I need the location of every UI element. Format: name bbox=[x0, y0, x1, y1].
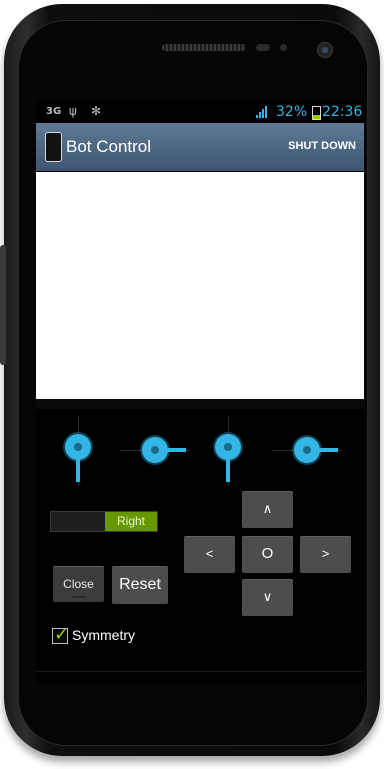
checkmark-icon: ✓ bbox=[54, 624, 70, 645]
signal-strength-icon bbox=[256, 106, 268, 118]
joint-slider-2[interactable] bbox=[120, 416, 190, 486]
phone-app-icon[interactable] bbox=[45, 132, 62, 162]
checkbox-box[interactable]: ✓ bbox=[52, 624, 69, 645]
clock: 22:36 bbox=[322, 104, 363, 120]
app-title: Bot Control bbox=[66, 137, 152, 156]
dpad-right-button[interactable]: > bbox=[300, 536, 351, 573]
slider-knob[interactable] bbox=[142, 437, 168, 463]
joint-slider-4[interactable] bbox=[272, 416, 342, 486]
toggle-right-label: Right bbox=[105, 512, 157, 531]
android-debug-icon: ✻ bbox=[91, 104, 102, 118]
slider-knob[interactable] bbox=[294, 437, 320, 463]
front-camera bbox=[317, 42, 333, 58]
symmetry-label: Symmetry bbox=[72, 627, 135, 643]
usb-icon: ψ bbox=[69, 104, 77, 118]
shut-down-button[interactable]: SHUT DOWN bbox=[288, 140, 356, 152]
volume-button bbox=[0, 245, 6, 365]
status-bar: 3G ψ ✻ 32% 22:36 bbox=[36, 101, 364, 123]
panel-divider bbox=[36, 399, 364, 409]
light-sensor bbox=[280, 44, 287, 51]
dpad-left-button[interactable]: < bbox=[184, 536, 235, 573]
slider-knob[interactable] bbox=[215, 434, 241, 460]
earpiece-speaker bbox=[162, 44, 246, 51]
slider-knob[interactable] bbox=[65, 434, 91, 460]
phone-screen: 3G ψ ✻ 32% 22:36 Bot Control SHUT DOWN R… bbox=[36, 101, 364, 683]
network-type-label: 3G bbox=[46, 106, 62, 117]
joint-slider-1[interactable] bbox=[44, 416, 114, 486]
screen-bottom-edge bbox=[36, 671, 364, 672]
dpad-down-button[interactable]: ∨ bbox=[242, 579, 293, 616]
battery-percent: 32% bbox=[276, 104, 308, 120]
action-bar: Bot Control SHUT DOWN bbox=[36, 123, 364, 171]
battery-icon bbox=[312, 106, 321, 120]
dpad-up-button[interactable]: ∧ bbox=[242, 491, 293, 528]
joint-slider-3[interactable] bbox=[194, 416, 264, 486]
reset-button[interactable]: Reset bbox=[112, 566, 168, 604]
dpad-center-button[interactable]: O bbox=[242, 536, 293, 573]
camera-view-canvas[interactable] bbox=[36, 172, 364, 399]
side-toggle-switch[interactable]: Right bbox=[50, 511, 158, 532]
proximity-sensor bbox=[256, 44, 270, 51]
close-button[interactable]: Close bbox=[53, 566, 104, 602]
